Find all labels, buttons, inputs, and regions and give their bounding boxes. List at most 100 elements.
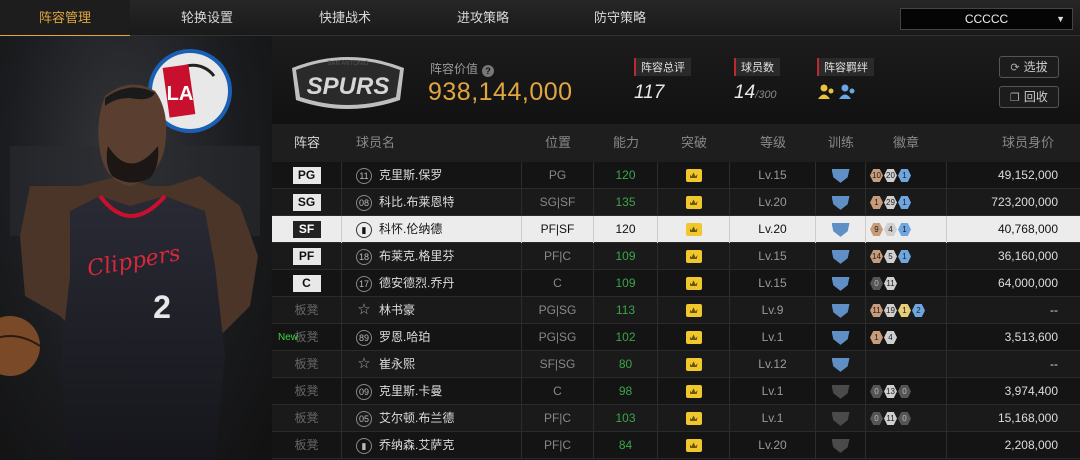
training-icon[interactable] (831, 168, 850, 183)
training-icon[interactable] (831, 195, 850, 210)
slot-cell: 板凳 (272, 378, 342, 405)
badge-hex-icon[interactable]: 14 (870, 250, 883, 263)
table-row[interactable]: SG 08 科比.布莱恩特 SG|SF 135 Lv.20 1 29 1 723,200,000 (272, 189, 1080, 216)
price-cell: -- (946, 297, 1080, 324)
player-name: ▮ 乔纳森.艾萨克 (342, 432, 454, 459)
tab-4[interactable]: 进攻策略 (418, 0, 548, 36)
jersey-number: 2 (153, 289, 171, 325)
training-icon[interactable] (831, 330, 850, 345)
badge-hex-icon[interactable]: 1 (898, 196, 911, 209)
position-badge: PF (292, 248, 321, 266)
badge-hex-icon[interactable]: 10 (870, 169, 883, 182)
badge-hex-icon[interactable]: 0 (898, 385, 911, 398)
recycle-button[interactable]: ❐ 回收 (999, 86, 1059, 108)
player-name-text: 艾尔顿.布兰德 (379, 411, 455, 425)
badge-hex-icon[interactable]: 0 (870, 412, 883, 425)
training-icon[interactable] (831, 222, 850, 237)
badge-hex-icon[interactable]: 11 (884, 412, 897, 425)
badge-list: 14 (866, 324, 897, 351)
badge-hex-icon[interactable]: 1 (898, 169, 911, 182)
training-icon[interactable] (831, 303, 850, 318)
crown-icon[interactable] (685, 358, 702, 372)
crown-icon[interactable] (685, 439, 702, 453)
badge-list: 0 13 0 (866, 378, 911, 405)
badge-hex-icon[interactable]: 11 (870, 304, 883, 317)
tab-2[interactable]: 轮换设置 (142, 0, 272, 36)
crown-icon[interactable] (685, 385, 702, 399)
level-cell: Lv.15 (730, 162, 816, 189)
badge-hex-icon[interactable]: 19 (884, 304, 897, 317)
badge-hex-icon[interactable]: 0 (870, 385, 883, 398)
badge-hex-icon[interactable]: 5 (884, 250, 897, 263)
tab-1[interactable]: 阵容管理 (0, 0, 130, 37)
stat-rating-value: 117 (634, 82, 691, 104)
ability-value: 109 (615, 276, 636, 290)
table-row[interactable]: 板凳 ☆ 崔永熙 SF|SG 80 Lv.12 -- (272, 351, 1080, 378)
player-name: ☆ 林书豪 (342, 297, 415, 324)
badge-hex-icon[interactable]: 1 (898, 304, 911, 317)
badge-hex-icon[interactable]: 4 (884, 331, 897, 344)
badge-list: 11 19 1 2 (866, 297, 925, 324)
badge-hex-icon[interactable]: 2 (912, 304, 925, 317)
training-icon[interactable] (831, 249, 850, 264)
player-name-text: 布莱克.格里芬 (379, 249, 455, 263)
badge-hex-icon[interactable]: 29 (884, 196, 897, 209)
table-row[interactable]: C 17 德安德烈.乔丹 C 109 Lv.15 0 11 64,000,000 (272, 270, 1080, 297)
table-row[interactable]: PG 11 克里斯.保罗 PG 120 Lv.15 10 20 1 49,152,000 (272, 162, 1080, 189)
training-cell (816, 351, 866, 378)
stat-synergy[interactable]: 阵容羁绊 (817, 58, 874, 108)
jersey-number-badge: 08 (356, 194, 372, 211)
jersey-number-badge: 11 (356, 167, 372, 184)
table-row[interactable]: 板凳 ☆ 林书豪 PG|SG 113 Lv.9 11 19 1 2 -- (272, 297, 1080, 324)
crown-icon[interactable] (685, 304, 702, 318)
tab-3[interactable]: 快捷战术 (280, 0, 410, 36)
table-row[interactable]: 板凳 New 89 罗恩.哈珀 PG|SG 102 Lv.1 1 4 3,513,600 (272, 324, 1080, 351)
crown-icon[interactable] (685, 277, 702, 291)
crown-icon[interactable] (685, 331, 702, 345)
training-icon[interactable] (831, 411, 850, 426)
table-row[interactable]: 板凳 09 克里斯.卡曼 C 98 Lv.1 0 13 0 3,974,400 (272, 378, 1080, 405)
badge-hex-icon[interactable]: 1 (898, 223, 911, 236)
level-text: Lv.12 (758, 357, 787, 371)
team-dropdown[interactable]: CCCCC ▼ (900, 8, 1073, 30)
badge-hex-icon[interactable]: 1 (898, 250, 911, 263)
badge-hex-icon[interactable]: 0 (898, 412, 911, 425)
training-icon[interactable] (831, 384, 850, 399)
crown-icon[interactable] (685, 412, 702, 426)
level-cell: Lv.1 (730, 378, 816, 405)
table-row[interactable]: PF 18 布莱克.格里芬 PF|C 109 Lv.15 14 5 1 36,160,000 (272, 243, 1080, 270)
name-cell: ☆ 崔永熙 (342, 351, 522, 378)
badge-hex-icon[interactable]: 1 (870, 196, 883, 209)
badge-hex-icon[interactable]: 4 (884, 223, 897, 236)
badge-hex-icon[interactable]: 11 (884, 277, 897, 290)
select-button[interactable]: ⟳ 选拔 (999, 56, 1059, 78)
badge-hex-icon[interactable]: 0 (870, 277, 883, 290)
badge-hex-icon[interactable]: 20 (884, 169, 897, 182)
table-row[interactable]: 板凳 ▮ 乔纳森.艾萨克 PF|C 84 Lv.20 2,208,000 (272, 432, 1080, 459)
table-row[interactable]: SF ▮ 科怀.伦纳德 PF|SF 120 Lv.20 9 4 1 40,768,000 (272, 216, 1080, 243)
training-icon[interactable] (831, 357, 850, 372)
synergy-people-icon (818, 84, 855, 99)
roster-value-label: 阵容价值? (430, 60, 495, 77)
badge-hex-icon[interactable]: 9 (870, 223, 883, 236)
crown-icon[interactable] (685, 250, 702, 264)
tab-5[interactable]: 防守策略 (555, 0, 685, 36)
level-text: Lv.20 (758, 438, 787, 452)
badge-hex-icon[interactable]: 13 (884, 385, 897, 398)
level-text: Lv.9 (761, 303, 784, 317)
breakthrough-cell (658, 189, 730, 216)
position-text: PG (548, 168, 567, 182)
training-icon[interactable] (831, 276, 850, 291)
help-icon[interactable]: ? (482, 65, 495, 77)
player-name: 18 布莱克.格里芬 (342, 243, 454, 270)
badge-list: 1 29 1 (866, 189, 911, 216)
crown-icon[interactable] (685, 196, 702, 210)
table-row[interactable]: 板凳 05 艾尔顿.布兰德 PF|C 103 Lv.1 0 11 0 15,168,000 (272, 405, 1080, 432)
training-icon[interactable] (831, 438, 850, 453)
slot-cell: SF (272, 216, 342, 243)
crown-icon[interactable] (685, 169, 702, 183)
synergy-icons[interactable] (817, 82, 874, 108)
badge-hex-icon[interactable]: 1 (870, 331, 883, 344)
crown-icon[interactable] (685, 223, 702, 237)
badges-cell: 10 20 1 (866, 162, 946, 189)
